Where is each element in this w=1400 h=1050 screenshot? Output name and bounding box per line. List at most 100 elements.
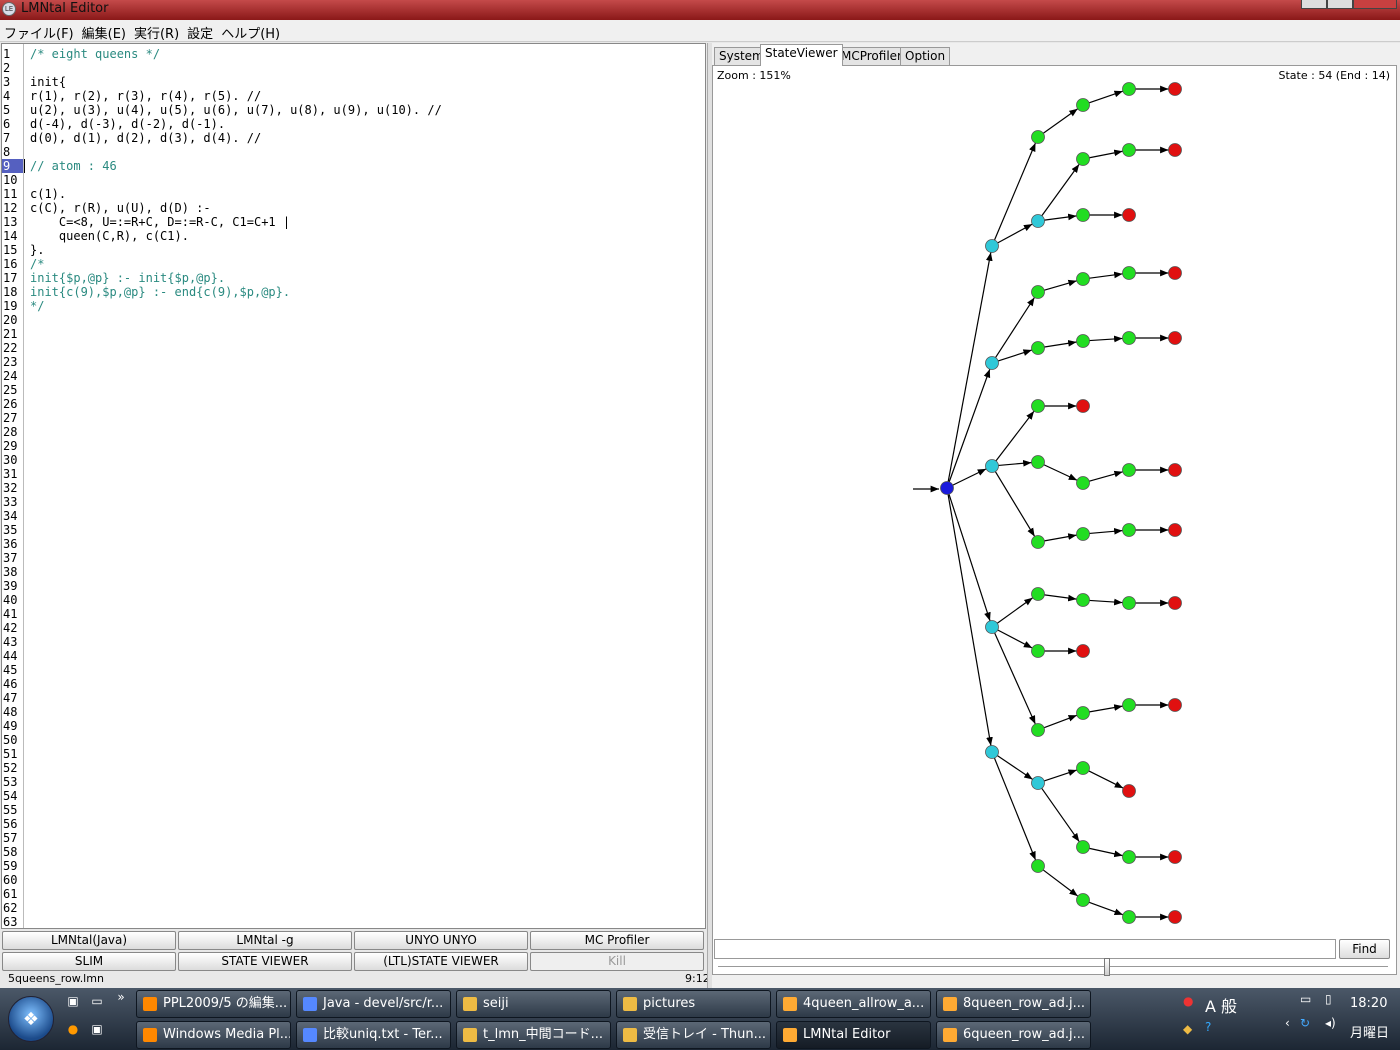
taskbar-button[interactable]: PPL2009/5 の編集... (136, 990, 291, 1018)
final-state-node[interactable] (1168, 850, 1182, 864)
tray-expand-icon[interactable]: ‹ (1285, 1016, 1290, 1030)
intermediate-state-node[interactable] (1076, 476, 1090, 490)
ime-indicator[interactable]: A 般 (1205, 993, 1237, 1017)
intermediate-state-node[interactable] (1031, 587, 1045, 601)
tab-stateviewer[interactable]: StateViewer (760, 44, 843, 66)
intermediate-state-node[interactable] (1031, 285, 1045, 299)
final-state-node[interactable] (1168, 596, 1182, 610)
branch-state-node[interactable] (985, 620, 999, 634)
intermediate-state-node[interactable] (1122, 266, 1136, 280)
final-state-node[interactable] (1076, 644, 1090, 658)
intermediate-state-node[interactable] (1076, 334, 1090, 348)
final-state-node[interactable] (1168, 82, 1182, 96)
find-input[interactable] (714, 939, 1336, 959)
branch-state-node[interactable] (1031, 214, 1045, 228)
final-state-node[interactable] (1168, 331, 1182, 345)
slim-button[interactable]: SLIM (2, 952, 176, 971)
final-state-node[interactable] (1168, 266, 1182, 280)
firefox-icon[interactable]: ● (64, 1022, 82, 1038)
monitor-icon[interactable]: ▭ (1300, 992, 1311, 1006)
ime-toolbar-icon[interactable]: ◆ (1183, 1022, 1192, 1036)
show-desktop-icon[interactable]: ▣ (64, 994, 82, 1010)
maximize-button[interactable] (1327, 0, 1353, 9)
clock-day[interactable]: 月曜日 (1350, 1022, 1389, 1041)
intermediate-state-node[interactable] (1076, 98, 1090, 112)
initial-state-node[interactable] (940, 481, 954, 495)
close-button[interactable] (1353, 0, 1397, 9)
intermediate-state-node[interactable] (1122, 698, 1136, 712)
intermediate-state-node[interactable] (1076, 208, 1090, 222)
final-state-node[interactable] (1168, 143, 1182, 157)
code-editor[interactable]: 1 2 3 4 5 6 7 8 9 10 11 12 13 14 15 16 17 18 19 20 21 22 23 24 2… (1, 43, 706, 929)
network-icon[interactable]: ▣ (88, 1022, 106, 1038)
final-state-node[interactable] (1168, 523, 1182, 537)
final-state-node[interactable] (1168, 698, 1182, 712)
help-icon[interactable]: ? (1205, 1020, 1211, 1034)
minimize-button[interactable] (1301, 0, 1327, 9)
taskbar-button[interactable]: Windows Media Pl... (136, 1021, 291, 1049)
battery-icon[interactable]: ▯ (1325, 992, 1332, 1006)
tab-mcprofiler[interactable]: MCProfiler (836, 47, 907, 65)
intermediate-state-node[interactable] (1076, 761, 1090, 775)
intermediate-state-node[interactable] (1122, 331, 1136, 345)
intermediate-state-node[interactable] (1076, 840, 1090, 854)
menu-file[interactable]: ファイル(F) (0, 20, 78, 42)
taskbar-button[interactable]: LMNtal Editor (776, 1021, 931, 1049)
intermediate-state-node[interactable] (1122, 143, 1136, 157)
intermediate-state-node[interactable] (1122, 463, 1136, 477)
menu-settings[interactable]: 設定 (183, 20, 217, 42)
final-state-node[interactable] (1076, 399, 1090, 413)
intermediate-state-node[interactable] (1076, 152, 1090, 166)
menu-run[interactable]: 実行(R) (130, 20, 183, 42)
final-state-node[interactable] (1122, 784, 1136, 798)
taskbar-button[interactable]: pictures (616, 990, 771, 1018)
lmntal-g-button[interactable]: LMNtal -g (178, 931, 352, 950)
taskbar-button[interactable]: t_lmn_中間コード... (456, 1021, 611, 1049)
menu-edit[interactable]: 編集(E) (78, 20, 130, 42)
intermediate-state-node[interactable] (1031, 399, 1045, 413)
branch-state-node[interactable] (1031, 776, 1045, 790)
tab-option[interactable]: Option (900, 47, 951, 65)
intermediate-state-node[interactable] (1122, 910, 1136, 924)
clock-time[interactable]: 18:20 (1350, 996, 1387, 1011)
intermediate-state-node[interactable] (1031, 455, 1045, 469)
taskbar-button[interactable]: 比較uniq.txt - Ter... (296, 1021, 451, 1049)
intermediate-state-node[interactable] (1076, 706, 1090, 720)
start-button[interactable]: ❖ (8, 996, 54, 1042)
intermediate-state-node[interactable] (1031, 644, 1045, 658)
intermediate-state-node[interactable] (1122, 523, 1136, 537)
volume-icon[interactable]: ◂) (1325, 1016, 1336, 1030)
intermediate-state-node[interactable] (1031, 723, 1045, 737)
ltl-state-viewer-button[interactable]: (LTL)STATE VIEWER (354, 952, 528, 971)
switch-windows-icon[interactable]: ▭ (88, 994, 106, 1010)
intermediate-state-node[interactable] (1076, 527, 1090, 541)
unyo-unyo-button[interactable]: UNYO UNYO (354, 931, 528, 950)
intermediate-state-node[interactable] (1076, 272, 1090, 286)
branch-state-node[interactable] (985, 459, 999, 473)
state-slider[interactable] (718, 958, 1388, 976)
intermediate-state-node[interactable] (1031, 130, 1045, 144)
branch-state-node[interactable] (985, 356, 999, 370)
taskbar-button[interactable]: 8queen_row_ad.j... (936, 990, 1091, 1018)
branch-state-node[interactable] (985, 239, 999, 253)
intermediate-state-node[interactable] (1076, 893, 1090, 907)
final-state-node[interactable] (1122, 208, 1136, 222)
menu-help[interactable]: ヘルプ(H) (217, 20, 284, 42)
state-viewer-button[interactable]: STATE VIEWER (178, 952, 352, 971)
refresh-icon[interactable]: ↻ (1300, 1016, 1310, 1030)
intermediate-state-node[interactable] (1076, 593, 1090, 607)
final-state-node[interactable] (1168, 463, 1182, 477)
slider-thumb[interactable] (1104, 958, 1110, 976)
state-graph[interactable] (713, 66, 1396, 934)
intermediate-state-node[interactable] (1031, 859, 1045, 873)
branch-state-node[interactable] (985, 745, 999, 759)
lmntal-java-button[interactable]: LMNtal(Java) (2, 931, 176, 950)
final-state-node[interactable] (1168, 910, 1182, 924)
taskbar-button[interactable]: 4queen_allrow_a... (776, 990, 931, 1018)
intermediate-state-node[interactable] (1122, 850, 1136, 864)
taskbar-button[interactable]: Java - devel/src/r... (296, 990, 451, 1018)
taskbar-button[interactable]: 6queen_row_ad.j... (936, 1021, 1091, 1049)
intermediate-state-node[interactable] (1122, 82, 1136, 96)
taskbar-button[interactable]: seiji (456, 990, 611, 1018)
intermediate-state-node[interactable] (1031, 341, 1045, 355)
